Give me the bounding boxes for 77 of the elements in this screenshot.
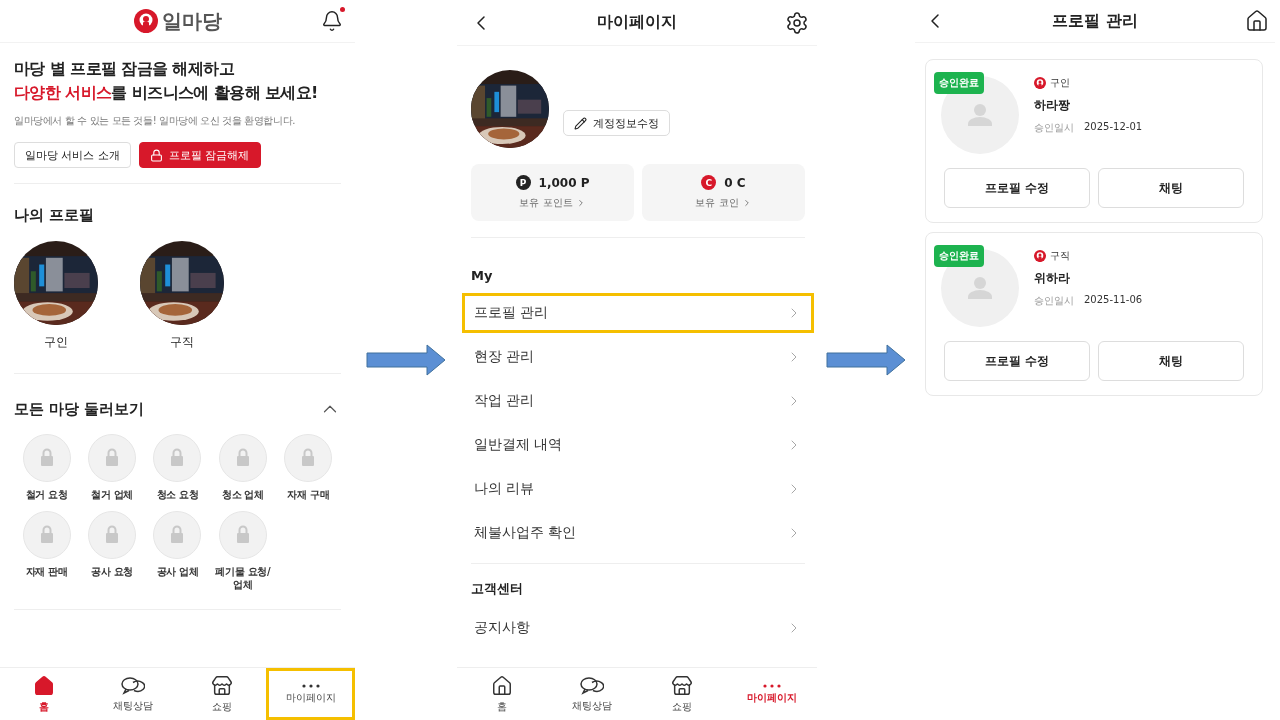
lock-icon (88, 511, 137, 559)
more-icon (763, 683, 781, 688)
coin-badge: C (701, 175, 717, 190)
avatar-icon (941, 249, 1019, 327)
category-item[interactable]: 자재 판매 (14, 511, 80, 591)
balance-amount: 1,000 P (538, 175, 590, 190)
point-card[interactable]: P 1,000 P 보유 포인트 (471, 164, 634, 221)
store-icon (210, 674, 233, 697)
logo-text: 일마당 (161, 7, 222, 35)
profile-name: 위하라 (1034, 270, 1071, 287)
category-item[interactable]: 폐기물 요청/ 업체 (210, 511, 276, 591)
category-item[interactable]: 철거 업체 (79, 434, 145, 501)
lock-icon (218, 511, 267, 559)
intro-button[interactable]: 일마당 서비스 소개 (14, 142, 131, 168)
home-icon (33, 674, 56, 697)
lock-icon (153, 434, 202, 482)
lock-icon (22, 511, 71, 559)
menu-section-title: My (471, 268, 494, 283)
point-badge: P (515, 175, 531, 190)
page-title: 마이페이지 (597, 12, 677, 33)
menu-section-title: 고객센터 (471, 580, 524, 598)
status-badge: 승인완료 (934, 245, 984, 267)
lock-icon (284, 434, 333, 482)
nav-tab[interactable]: 마이페이지 (266, 668, 355, 720)
edit-profile-button[interactable]: 프로필 수정 (944, 168, 1090, 208)
date-label: 승인일시 (1034, 294, 1074, 308)
category-item[interactable]: 청소 업체 (210, 434, 276, 501)
unlock-button[interactable]: 프로필 잠금해제 (139, 142, 261, 168)
bell-icon (321, 10, 343, 32)
profile-category: 구인 (1050, 76, 1070, 90)
home-icon (491, 674, 513, 697)
chat-icon (121, 675, 146, 696)
profile-item[interactable]: 구직 (140, 241, 224, 351)
category-item[interactable]: 청소 요청 (144, 434, 211, 501)
balance-amount: 0 C (724, 175, 746, 190)
date-label: 승인일시 (1034, 121, 1074, 135)
headline: 마당 별 프로필 잠금을 해제하고 다양한 서비스를 비즈니스에 활용해 보세요! (14, 58, 319, 104)
edit-profile-button[interactable]: 프로필 수정 (944, 341, 1090, 381)
menu-item[interactable]: 프로필 관리 (462, 293, 814, 333)
pencil-icon (574, 116, 587, 130)
home-icon (1245, 9, 1269, 33)
category-item[interactable]: 공사 요청 (79, 511, 145, 591)
chat-button[interactable]: 채팅 (1098, 168, 1244, 208)
lock-icon (218, 434, 267, 482)
settings-icon (785, 10, 809, 35)
lock-icon (153, 511, 202, 559)
profile-item[interactable]: 구인 (14, 241, 98, 351)
category-item[interactable]: 철거 요청 (14, 434, 80, 501)
section-title: 나의 프로필 (14, 206, 96, 225)
avatar-icon (941, 76, 1019, 154)
subtitle: 일마당에서 할 수 있는 모든 것들! 일마당에 오신 것을 환영합니다. (14, 114, 296, 128)
store-icon (671, 674, 693, 697)
page-title: 프로필 관리 (1052, 10, 1138, 32)
logo-icon (1034, 77, 1046, 89)
balance-label: 보유 포인트 (519, 196, 573, 210)
profile-name: 하라짱 (1034, 97, 1071, 114)
lock-icon (150, 148, 163, 162)
approval-date: 2025-11-06 (1084, 294, 1143, 307)
status-badge: 승인완료 (934, 72, 984, 94)
profile-category: 구직 (1050, 249, 1070, 263)
more-icon (301, 683, 320, 688)
edit-account-button[interactable]: 계정정보수정 (563, 110, 670, 136)
lock-icon (22, 434, 71, 482)
section-title: 모든 마당 둘러보기 (14, 399, 145, 419)
lock-icon (88, 434, 137, 482)
balance-label: 보유 코인 (695, 196, 739, 210)
logo-icon (133, 9, 158, 33)
approval-date: 2025-12-01 (1084, 121, 1143, 134)
category-item[interactable]: 자재 구매 (275, 434, 341, 501)
coin-card[interactable]: C 0 C 보유 코인 (642, 164, 805, 221)
home-button[interactable] (1245, 9, 1269, 33)
settings-button[interactable] (785, 10, 809, 35)
category-item[interactable]: 공사 업체 (144, 511, 211, 591)
chat-button[interactable]: 채팅 (1098, 341, 1244, 381)
chat-icon (580, 675, 604, 696)
notification-button[interactable] (321, 10, 343, 32)
logo-icon (1034, 250, 1046, 262)
